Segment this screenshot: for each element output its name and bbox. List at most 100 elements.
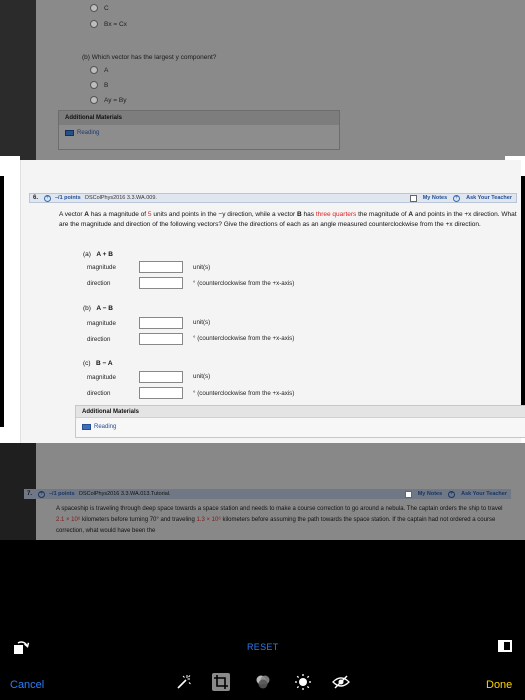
part-expression: A − B [96, 305, 113, 312]
prompt-text: has [303, 211, 314, 218]
ask-teacher-link[interactable]: Ask Your Teacher [461, 491, 507, 497]
markup-icon[interactable] [332, 673, 350, 691]
direction-input-b[interactable] [139, 333, 183, 345]
part-a-heading: (a) A + B [83, 251, 113, 258]
radio-button[interactable] [90, 66, 98, 74]
points-label: –/1 points [49, 491, 75, 497]
my-notes-checkbox[interactable] [404, 490, 412, 498]
magnitude-unit-c: unit(s) [193, 373, 211, 380]
option-label: Bx = Cx [104, 20, 127, 28]
part-b-prompt: (b) Which vector has the largest y compo… [82, 54, 217, 61]
cancel-button[interactable]: Cancel [10, 679, 44, 691]
part-label: (c) [83, 360, 91, 367]
direction-input-c[interactable] [139, 387, 183, 399]
option-row-bx-cx[interactable]: Bx = Cx [90, 20, 127, 28]
option-row-b[interactable]: B [90, 81, 108, 89]
photo-editor-toolbar: RESET Cancel Done [0, 540, 525, 700]
part-expression: B − A [96, 360, 113, 367]
dimmed-lower-region: 7. + –/1 points OSColPhys2016 3.3.WA.013… [0, 443, 525, 540]
points-label: –/1 points [55, 195, 81, 201]
question-code: OSColPhys2016 3.3.WA.013.Tutorial. [78, 491, 171, 497]
reading-link[interactable]: Reading [76, 418, 525, 436]
question-7-header: 7. + –/1 points OSColPhys2016 3.3.WA.013… [24, 489, 511, 499]
header-actions: My Notes + Ask Your Teacher [409, 194, 516, 202]
part-b-heading: (b) A − B [83, 305, 113, 312]
reading-link[interactable]: Reading [59, 125, 339, 141]
direction-unit-b: ° (counterclockwise from the +x-axis) [193, 335, 295, 342]
option-label: Ay = By [104, 96, 127, 104]
part-label: (a) [83, 251, 91, 258]
prompt-text: has a magnitude of [90, 211, 147, 218]
radio-button[interactable] [90, 81, 98, 89]
magnitude-input-b[interactable] [139, 317, 183, 329]
question-code: OSColPhys2016 3.3.WA.009. [84, 195, 157, 201]
filters-icon[interactable] [254, 673, 272, 691]
crop-icon[interactable] [212, 673, 230, 691]
part-expression: A + B [96, 251, 113, 258]
my-notes-link[interactable]: My Notes [418, 491, 442, 497]
auto-enhance-icon[interactable] [174, 673, 192, 691]
direction-label-a: direction [87, 280, 111, 287]
dimmed-upper-region: C Bx = Cx (b) Which vector has the large… [0, 0, 525, 160]
magnitude-input-c[interactable] [139, 371, 183, 383]
adjust-icon[interactable] [294, 673, 312, 691]
crop-frame[interactable]: 6. + –/1 points OSColPhys2016 3.3.WA.009… [0, 156, 525, 447]
prompt-text: the magnitude of [358, 211, 407, 218]
distance-value-1: 2.1 × 10⁶ [56, 517, 81, 523]
expand-plus-icon[interactable]: + [44, 194, 51, 202]
prompt-text: kilometers before turning 70° and travel… [82, 517, 195, 523]
direction-label-b: direction [87, 336, 111, 343]
reading-label: Reading [77, 130, 100, 136]
prompt-text: units and points in the −y direction, wh… [153, 211, 296, 218]
done-button[interactable]: Done [486, 679, 512, 691]
magnitude-label-c: magnitude [87, 374, 116, 381]
reading-label: Reading [94, 424, 117, 430]
magnitude-input-a[interactable] [139, 261, 183, 273]
ask-teacher-plus-icon[interactable]: + [448, 490, 456, 498]
crop-handle-top-right-v[interactable] [521, 156, 525, 176]
option-row-a[interactable]: A [90, 66, 108, 74]
aspect-ratio-icon[interactable] [498, 640, 512, 652]
vector-b-symbol: B [297, 211, 302, 218]
additional-materials-panel: Additional Materials Reading [58, 110, 340, 150]
option-row-ay-by[interactable]: Ay = By [90, 96, 126, 104]
option-row-c[interactable]: C [90, 4, 109, 12]
crop-handle-top-left-v[interactable] [0, 156, 4, 176]
radio-button[interactable] [90, 4, 98, 12]
ask-teacher-plus-icon[interactable]: + [453, 194, 461, 202]
expand-plus-icon[interactable]: + [38, 490, 45, 498]
magnitude-unit-a: unit(s) [193, 264, 211, 271]
vector-a-symbol: A [84, 211, 89, 218]
question-6-prompt: A vector A has a magnitude of 5 units an… [59, 210, 519, 230]
additional-materials-heading: Additional Materials [76, 406, 525, 418]
option-label: C [104, 4, 109, 12]
magnitude-unit-b: unit(s) [193, 319, 211, 326]
header-actions: My Notes + Ask Your Teacher [404, 490, 511, 498]
book-icon [82, 424, 91, 430]
book-icon [65, 130, 74, 136]
reset-button[interactable]: RESET [247, 642, 279, 652]
additional-materials-panel: Additional Materials Reading [75, 405, 525, 438]
direction-unit-c: ° (counterclockwise from the +x-axis) [193, 390, 295, 397]
radio-button[interactable] [90, 96, 98, 104]
direction-label-c: direction [87, 390, 111, 397]
my-notes-checkbox[interactable] [409, 194, 417, 202]
my-notes-link[interactable]: My Notes [423, 195, 447, 201]
rotate-icon[interactable] [12, 638, 30, 656]
part-label: (b) [83, 305, 91, 312]
additional-materials-heading: Additional Materials [59, 111, 339, 125]
question-number: 7. [27, 491, 33, 497]
magnitude-label-b: magnitude [87, 320, 116, 327]
direction-input-a[interactable] [139, 277, 183, 289]
direction-unit-a: ° (counterclockwise from the +x-axis) [193, 280, 295, 287]
vector-a-symbol: A [408, 211, 414, 218]
prompt-text: A spaceship is traveling through deep sp… [56, 506, 503, 512]
prompt-text: A vector [59, 211, 83, 218]
magnitude-value: 5 [147, 211, 152, 218]
part-c-heading: (c) B − A [83, 360, 113, 367]
radio-button[interactable] [90, 20, 98, 28]
question-6-header: 6. + –/1 points OSColPhys2016 3.3.WA.009… [29, 193, 517, 203]
question-page: 6. + –/1 points OSColPhys2016 3.3.WA.009… [20, 160, 525, 443]
ask-teacher-link[interactable]: Ask Your Teacher [466, 195, 512, 201]
magnitude-label-a: magnitude [87, 264, 116, 271]
